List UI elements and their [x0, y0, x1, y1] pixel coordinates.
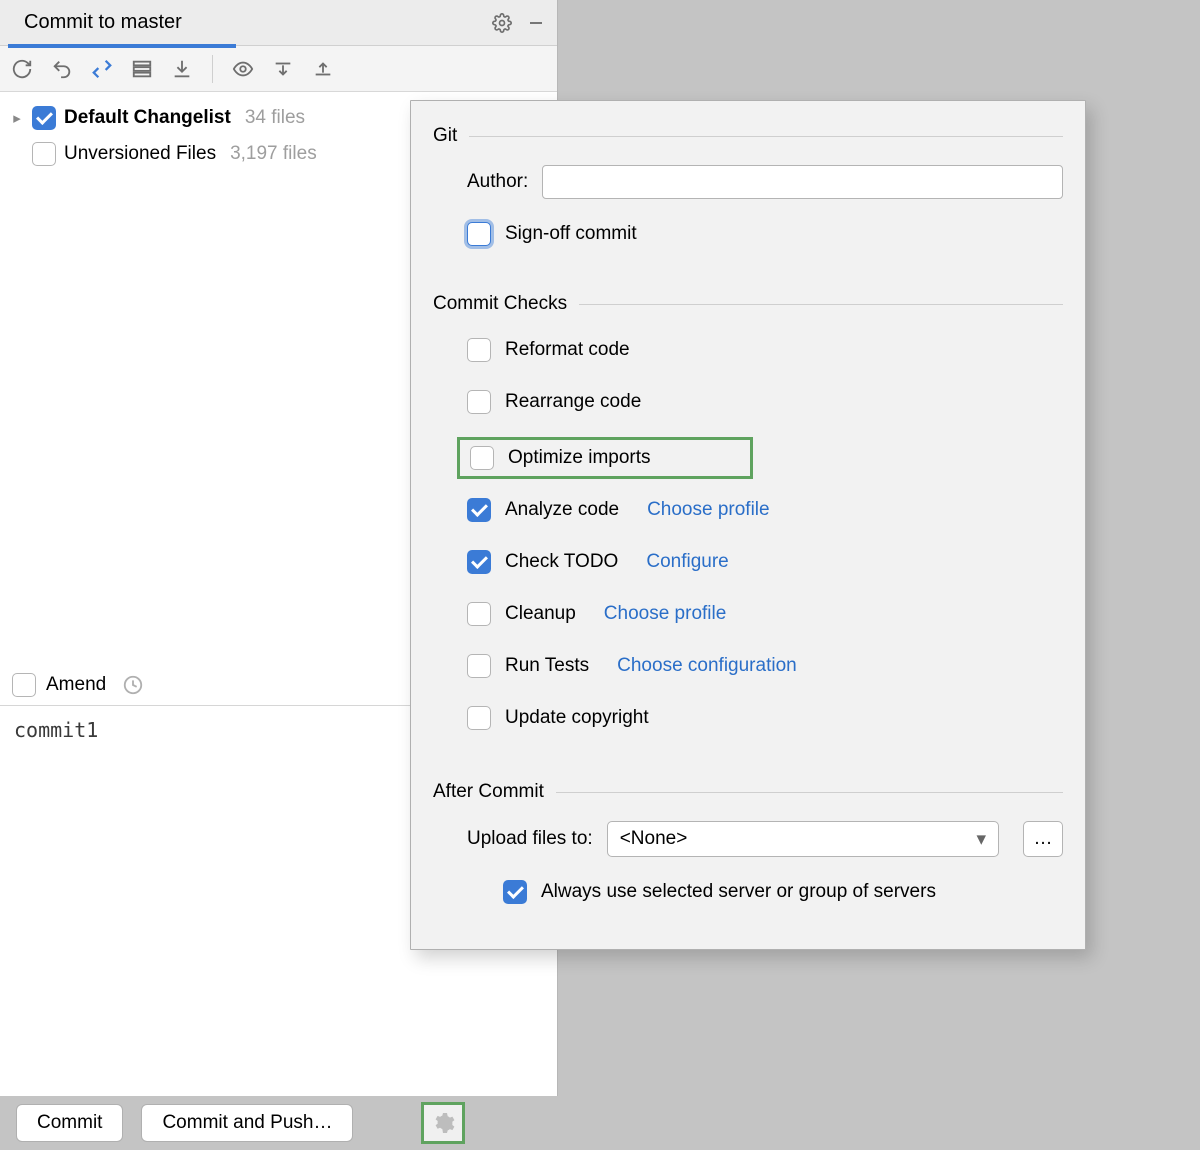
checkbox[interactable]: [32, 142, 56, 166]
update-copyright-row[interactable]: Update copyright: [467, 701, 1063, 735]
panel-header: Commit to master: [0, 0, 557, 46]
check-label: Optimize imports: [508, 447, 651, 469]
upload-select[interactable]: <None> ▾: [607, 821, 999, 857]
collapse-icon[interactable]: [311, 57, 335, 81]
configure-link[interactable]: Configure: [646, 551, 728, 573]
section-after-commit: After Commit: [433, 781, 1063, 803]
amend-checkbox[interactable]: [12, 673, 36, 697]
shelve-icon[interactable]: [170, 57, 194, 81]
check-label: Check TODO: [505, 551, 618, 573]
check-label: Rearrange code: [505, 391, 641, 413]
checkbox[interactable]: [470, 446, 494, 470]
always-label: Always use selected server or group of s…: [541, 881, 936, 903]
gear-icon[interactable]: [491, 12, 513, 34]
browse-button[interactable]: …: [1023, 821, 1063, 857]
author-row: Author:: [467, 165, 1063, 199]
section-title: Git: [433, 125, 457, 147]
chevron-down-icon: ▾: [976, 828, 986, 851]
signoff-label: Sign-off commit: [505, 223, 637, 245]
commit-options-popup: Git Author: Sign-off commit Commit Check…: [410, 100, 1086, 950]
checkbox[interactable]: [467, 338, 491, 362]
run-tests-row[interactable]: Run Tests Choose configuration: [467, 649, 1063, 683]
checkbox[interactable]: [467, 498, 491, 522]
check-label: Update copyright: [505, 707, 649, 729]
panel-title: Commit to master: [24, 11, 182, 40]
choose-configuration-link[interactable]: Choose configuration: [617, 655, 797, 677]
toolbar: [0, 46, 557, 92]
choose-profile-link[interactable]: Choose profile: [604, 603, 727, 625]
checkbox[interactable]: [467, 706, 491, 730]
always-use-server-row[interactable]: Always use selected server or group of s…: [503, 875, 1063, 909]
check-label: Run Tests: [505, 655, 589, 677]
checkbox[interactable]: [467, 222, 491, 246]
check-label: Reformat code: [505, 339, 630, 361]
optimize-imports-row[interactable]: Optimize imports: [470, 446, 750, 470]
rollback-icon[interactable]: [50, 57, 74, 81]
expand-icon[interactable]: [271, 57, 295, 81]
reformat-code-row[interactable]: Reformat code: [467, 333, 1063, 367]
commit-button[interactable]: Commit: [16, 1104, 123, 1142]
amend-label: Amend: [46, 674, 106, 696]
commit-and-push-button[interactable]: Commit and Push…: [141, 1104, 353, 1142]
check-todo-row[interactable]: Check TODO Configure: [467, 545, 1063, 579]
minimize-icon[interactable]: [525, 12, 547, 34]
author-label: Author:: [467, 171, 528, 193]
preview-icon[interactable]: [231, 57, 255, 81]
checkbox[interactable]: [467, 654, 491, 678]
choose-profile-link[interactable]: Choose profile: [647, 499, 770, 521]
upload-row: Upload files to: <None> ▾ …: [467, 821, 1063, 857]
section-git: Git: [433, 125, 1063, 147]
check-label: Cleanup: [505, 603, 576, 625]
upload-label: Upload files to:: [467, 828, 593, 850]
checkbox[interactable]: [503, 880, 527, 904]
diff-icon[interactable]: [90, 57, 114, 81]
checkbox[interactable]: [467, 390, 491, 414]
file-count: 3,197 files: [230, 143, 317, 165]
analyze-code-row[interactable]: Analyze code Choose profile: [467, 493, 1063, 527]
section-title: After Commit: [433, 781, 544, 803]
tab-underline: [8, 44, 236, 48]
rearrange-code-row[interactable]: Rearrange code: [467, 385, 1063, 419]
check-label: Analyze code: [505, 499, 619, 521]
chevron-right-icon[interactable]: ▸: [10, 109, 24, 127]
commit-options-gear-button[interactable]: [421, 1102, 465, 1144]
tree-label: Default Changelist: [64, 107, 231, 129]
optimize-imports-highlight: Optimize imports: [457, 437, 753, 479]
tree-label: Unversioned Files: [64, 143, 216, 165]
checkbox[interactable]: [32, 106, 56, 130]
section-commit-checks: Commit Checks: [433, 293, 1063, 315]
separator: [212, 55, 213, 83]
file-count: 34 files: [245, 107, 305, 129]
cleanup-row[interactable]: Cleanup Choose profile: [467, 597, 1063, 631]
refresh-icon[interactable]: [10, 57, 34, 81]
checkbox[interactable]: [467, 550, 491, 574]
signoff-row[interactable]: Sign-off commit: [467, 217, 1063, 251]
changelist-icon[interactable]: [130, 57, 154, 81]
history-icon[interactable]: [122, 674, 144, 696]
upload-value: <None>: [620, 828, 688, 850]
author-input[interactable]: [542, 165, 1063, 199]
checkbox[interactable]: [467, 602, 491, 626]
section-title: Commit Checks: [433, 293, 567, 315]
bottom-bar: Commit Commit and Push…: [0, 1096, 1200, 1150]
